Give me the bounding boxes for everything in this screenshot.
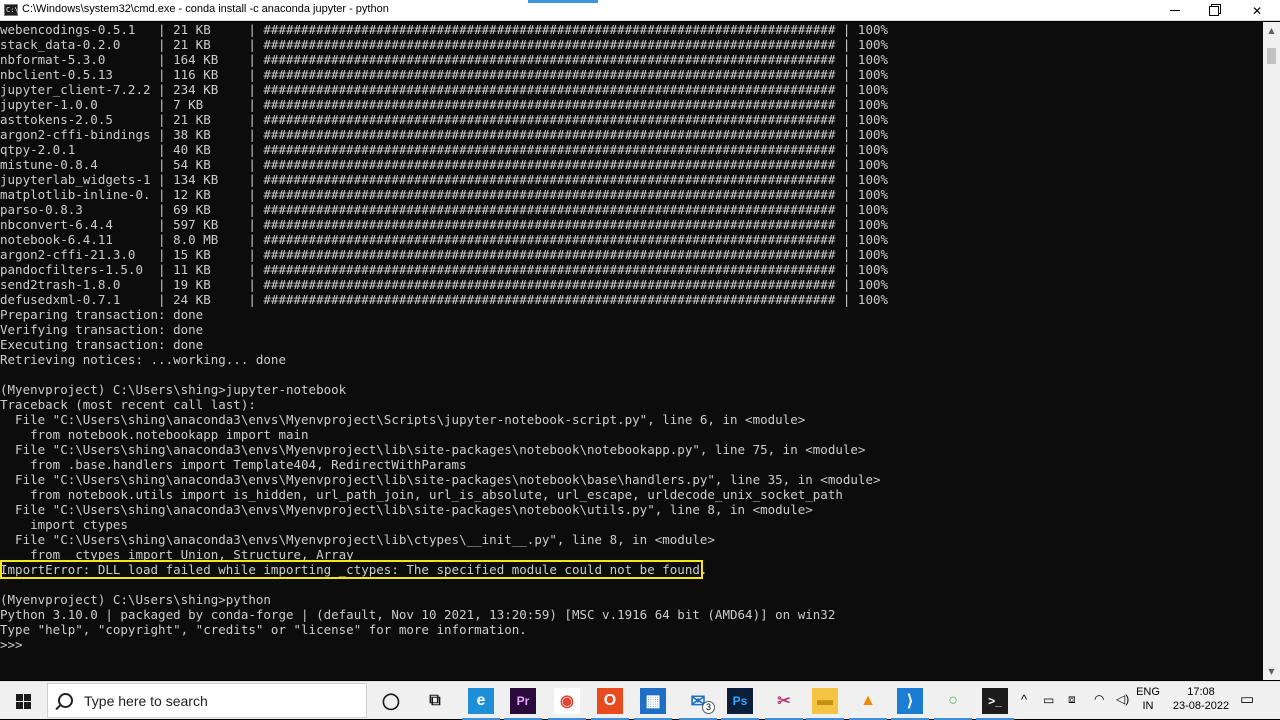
clock-date: 23-08-2022 <box>1172 700 1230 712</box>
volume-icon[interactable]: ◁) <box>1116 692 1129 706</box>
search-input[interactable] <box>84 692 354 710</box>
wifi-icon[interactable]: ◠ <box>1094 692 1104 706</box>
show-hidden-icons-chevron[interactable]: ^ <box>1021 692 1027 707</box>
windows-logo-icon <box>15 693 31 709</box>
mail-badge: 3 <box>702 701 715 714</box>
scroll-up-arrow-icon[interactable]: ▲ <box>1263 22 1280 39</box>
network-icon[interactable]: ⧈ <box>1068 692 1076 707</box>
cmd-icon[interactable]: >_ <box>976 688 1014 720</box>
console-output[interactable]: webencodings-0.5.1 | 21 KB | ###########… <box>0 22 1263 680</box>
taskbar: ◯ ⧉ ePr◉O▦✉3Ps✂▬▲⟩○>_ ^ ▭ ⧈ ◠ ◁) ENG IN 17… <box>0 681 1280 720</box>
circle-app-icon[interactable]: ○ <box>934 688 972 720</box>
notification-center-icon[interactable]: ▭ <box>1240 690 1254 708</box>
vertical-scrollbar[interactable]: ▲ ▼ <box>1263 22 1280 680</box>
vlc-icon[interactable]: ▲ <box>849 688 887 720</box>
taskbar-search[interactable] <box>47 683 367 718</box>
window-title: C:\Windows\system32\cmd.exe - conda inst… <box>22 3 389 15</box>
minimize-icon <box>1170 10 1180 11</box>
cmd-window-icon[interactable]: C:\ <box>4 4 19 16</box>
search-icon <box>58 693 73 708</box>
clock-time: 17:08 <box>1187 686 1215 698</box>
start-button[interactable] <box>0 682 46 720</box>
edge-icon[interactable]: e <box>462 688 500 720</box>
region-code: IN <box>1142 700 1154 712</box>
vscode-icon[interactable]: ⟩ <box>891 688 929 720</box>
premiere-pro-icon[interactable]: Pr <box>504 688 542 720</box>
scrollbar-thumb[interactable] <box>1267 48 1276 64</box>
close-button[interactable]: ✕ <box>1234 0 1280 21</box>
restore-icon <box>1209 5 1219 16</box>
window-title-bar[interactable]: C:\ C:\Windows\system32\cmd.exe - conda … <box>0 0 1280 21</box>
snipping-tool-icon[interactable]: ✂ <box>765 688 803 720</box>
console-text: webencodings-0.5.1 | 21 KB | ###########… <box>0 22 889 652</box>
close-icon: ✕ <box>1251 3 1263 18</box>
file-explorer-icon[interactable]: ▬ <box>806 688 844 720</box>
chrome-icon[interactable]: ◉ <box>548 688 586 720</box>
mail-icon[interactable]: ✉ 3 <box>679 688 717 720</box>
battery-icon[interactable]: ▭ <box>1043 693 1054 707</box>
maximize-button[interactable] <box>1191 0 1237 21</box>
title-accent-strip <box>528 0 598 3</box>
office-icon[interactable]: O <box>591 688 629 720</box>
cortana-icon[interactable]: ◯ <box>378 688 404 714</box>
store-icon[interactable]: ▦ <box>634 688 672 720</box>
clock[interactable]: 17:08 23-08-2022 <box>1170 686 1232 712</box>
language-code: ENG <box>1136 686 1160 698</box>
language-indicator[interactable]: ENG IN <box>1136 686 1160 712</box>
photoshop-icon[interactable]: Ps <box>721 688 759 720</box>
scroll-down-arrow-icon[interactable]: ▼ <box>1263 663 1280 680</box>
task-view-icon[interactable]: ⧉ <box>422 688 448 714</box>
